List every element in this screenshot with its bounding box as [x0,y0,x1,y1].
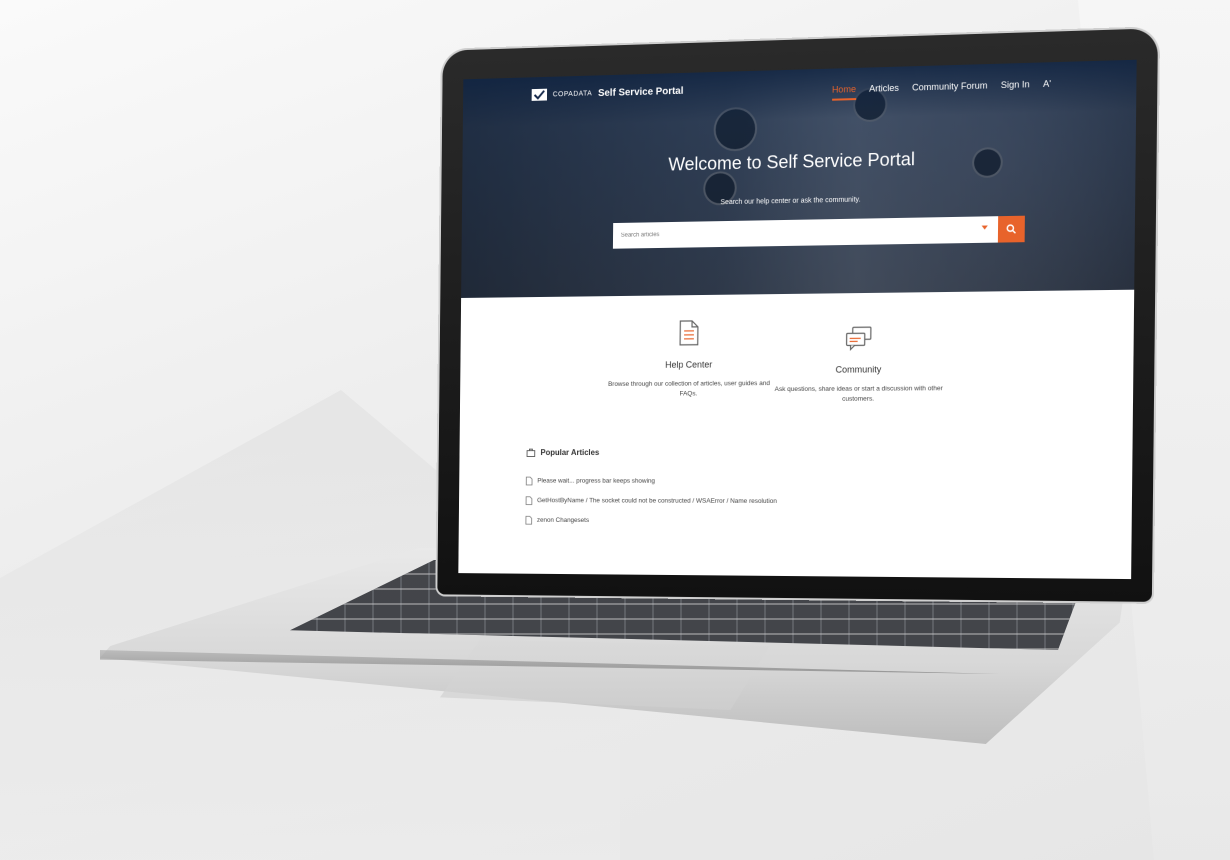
hero-banner: COPADATA Self Service Portal Home Articl… [461,59,1137,298]
nav-articles[interactable]: Articles [869,83,899,100]
popular-articles-title: Popular Articles [540,448,600,458]
popular-articles-heading: Popular Articles [526,448,1084,457]
chevron-down-icon[interactable] [981,225,988,230]
briefcase-icon [526,448,536,457]
popular-articles-list: Please wait... progress bar keeps showin… [525,471,1084,533]
document-icon [526,476,533,485]
nav-home[interactable]: Home [832,84,856,101]
document-icon [525,515,532,524]
community-title: Community [835,364,882,375]
site-logo[interactable]: COPADATA Self Service Portal [531,85,684,101]
list-item[interactable]: Please wait... progress bar keeps showin… [526,471,1085,492]
feature-cards: Help Center Browse through our collectio… [460,290,1134,435]
nav-menu: Home Articles Community Forum Sign In A' [832,79,1051,101]
popular-articles: Popular Articles Please wait... progress… [525,448,1084,533]
laptop-lid: COPADATA Self Service Portal Home Articl… [437,28,1158,602]
nav-community-forum[interactable]: Community Forum [912,80,988,98]
chat-bubbles-icon [845,325,873,351]
community-card[interactable]: Community Ask questions, share ideas or … [773,324,945,405]
list-item[interactable]: zenon Changesets [525,510,1084,533]
document-icon [526,496,533,505]
laptop-trackpad [440,640,770,710]
search-button[interactable] [997,215,1025,243]
article-link[interactable]: GetHostByName / The socket could not be … [537,497,777,505]
company-name: COPADATA [552,89,593,98]
nav-sign-in[interactable]: Sign In [1001,79,1030,96]
article-link[interactable]: zenon Changesets [537,516,589,523]
community-description: Ask questions, share ideas or start a di… [774,385,943,403]
site-title: Self Service Portal [597,85,684,99]
logo-check-icon [531,88,548,101]
laptop-screen: COPADATA Self Service Portal Home Articl… [458,59,1137,580]
list-item[interactable]: GetHostByName / The socket could not be … [526,490,1085,512]
document-icon [678,319,700,347]
help-center-description: Browse through our collection of article… [608,380,770,398]
help-center-title: Help Center [665,359,713,370]
help-center-card[interactable]: Help Center Browse through our collectio… [606,318,773,400]
font-size-toggle[interactable]: A' [1043,79,1051,96]
search-icon [1006,224,1016,234]
article-link[interactable]: Please wait... progress bar keeps showin… [537,477,655,484]
